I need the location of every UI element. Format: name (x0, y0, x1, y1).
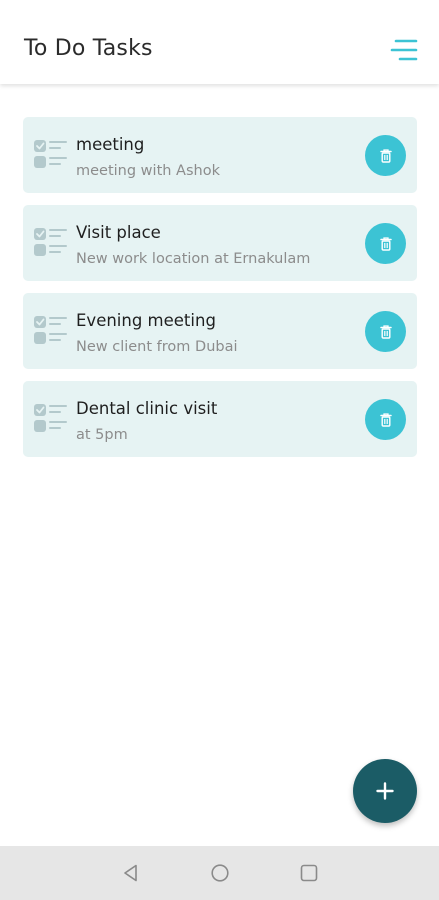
app-bar: To Do Tasks (0, 0, 439, 84)
delete-button[interactable] (365, 135, 406, 176)
trash-icon (379, 236, 392, 251)
delete-button[interactable] (365, 311, 406, 352)
trash-icon (379, 412, 392, 427)
screen: To Do Tasks meeting meeting with Ashok V… (0, 0, 439, 900)
task-title: meeting (76, 135, 145, 154)
delete-button[interactable] (365, 399, 406, 440)
task-card[interactable]: Evening meeting New client from Dubai (23, 293, 417, 369)
nav-back-button[interactable] (120, 862, 142, 884)
back-triangle-icon (124, 864, 137, 882)
task-card[interactable]: Visit place New work location at Ernakul… (23, 205, 417, 281)
checklist-icon (34, 140, 67, 168)
home-circle-icon (211, 864, 229, 882)
task-description: at 5pm (76, 427, 128, 443)
task-card[interactable]: meeting meeting with Ashok (23, 117, 417, 193)
checklist-icon (34, 228, 67, 256)
menu-lines-icon (390, 39, 418, 61)
checklist-icon (34, 316, 67, 344)
task-description: New client from Dubai (76, 339, 238, 355)
plus-icon (376, 782, 394, 800)
nav-home-button[interactable] (209, 862, 231, 884)
trash-icon (379, 148, 392, 163)
task-list: meeting meeting with Ashok Visit place N… (23, 117, 417, 469)
task-title: Evening meeting (76, 311, 216, 330)
nav-recents-button[interactable] (298, 862, 320, 884)
system-nav-bar (0, 846, 439, 900)
add-task-button[interactable] (353, 759, 417, 823)
task-title: Visit place (76, 223, 161, 242)
task-description: New work location at Ernakulam (76, 251, 311, 267)
delete-button[interactable] (365, 223, 406, 264)
task-description: meeting with Ashok (76, 163, 220, 179)
page-title: To Do Tasks (24, 36, 153, 61)
recents-square-icon (300, 864, 318, 882)
trash-icon (379, 324, 392, 339)
task-title: Dental clinic visit (76, 399, 218, 418)
menu-button[interactable] (388, 38, 420, 66)
checklist-icon (34, 404, 67, 432)
task-card[interactable]: Dental clinic visit at 5pm (23, 381, 417, 457)
